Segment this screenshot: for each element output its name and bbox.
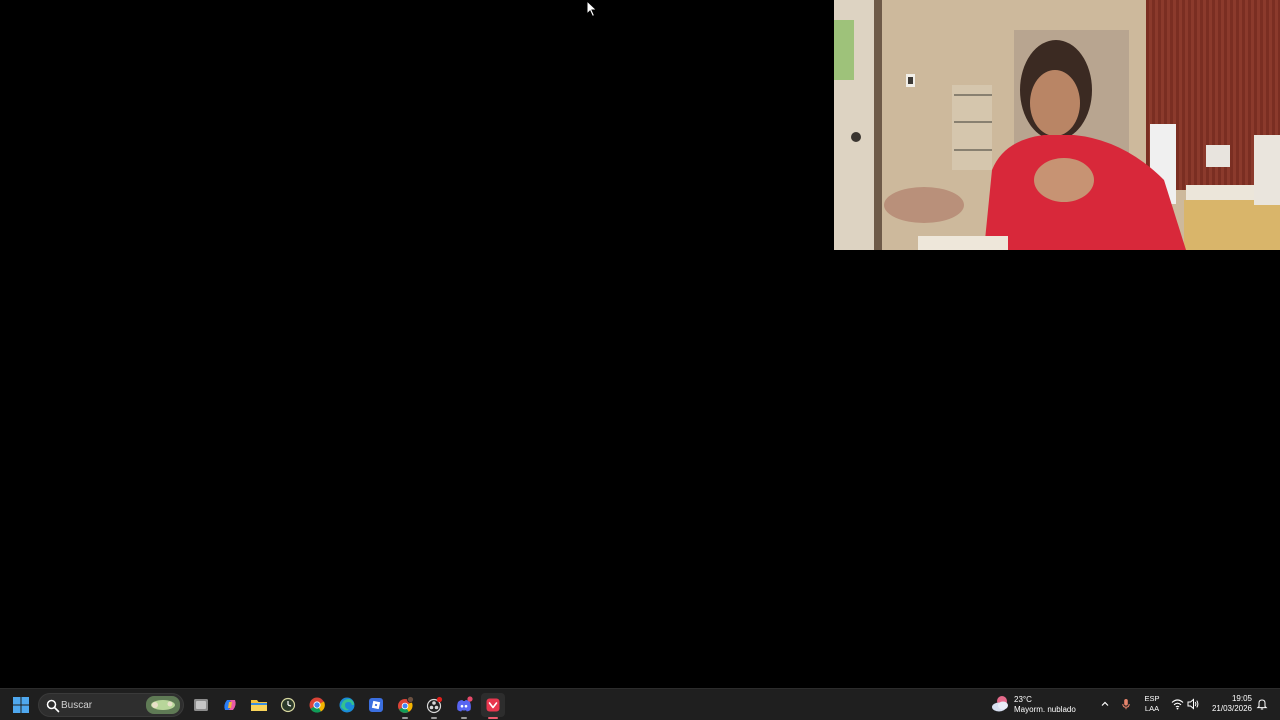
weather-temperature: 23°C <box>1014 695 1032 704</box>
search-icon <box>46 699 60 713</box>
obs-icon <box>426 696 443 714</box>
taskbar-google-chrome[interactable] <box>305 693 329 717</box>
network-tray[interactable] <box>1170 697 1184 711</box>
search-input[interactable] <box>61 697 141 713</box>
desktop-screen: 23°C Mayorm. nublado ESP LAA <box>0 0 1280 720</box>
volume-tray[interactable] <box>1186 697 1200 711</box>
running-indicator <box>431 717 437 719</box>
clock-icon <box>280 697 296 713</box>
chrome-icon <box>398 696 414 713</box>
keyboard-layout: LAA <box>1144 704 1160 713</box>
webcam-image <box>834 0 1280 250</box>
taskbar-google-chrome-profile[interactable] <box>393 693 417 719</box>
mouse-cursor-icon <box>586 0 598 18</box>
folder-icon <box>251 700 267 711</box>
system-clock[interactable]: 19:05 21/03/2026 <box>1204 694 1252 714</box>
notifications-button[interactable] <box>1255 697 1269 711</box>
weather-widget[interactable]: 23°C Mayorm. nublado <box>990 690 1082 720</box>
clock-date: 21/03/2026 <box>1211 704 1252 713</box>
wifi-icon <box>1171 699 1183 710</box>
taskbar-microsoft-edge[interactable] <box>335 693 359 717</box>
roblox-icon <box>369 698 383 712</box>
running-indicator <box>461 717 467 719</box>
clock-time: 19:05 <box>1231 694 1252 703</box>
speaker-icon <box>1187 698 1198 710</box>
taskbar-copilot[interactable] <box>218 693 242 717</box>
taskbar-recorder[interactable] <box>481 693 505 719</box>
taskbar-task-view[interactable] <box>189 693 213 717</box>
running-indicator <box>402 717 408 719</box>
taskbar-search-box[interactable] <box>38 693 184 717</box>
recorder-icon <box>486 698 500 712</box>
microphone-icon <box>1122 699 1130 710</box>
microphone-tray[interactable] <box>1119 697 1133 711</box>
show-hidden-icons-button[interactable] <box>1098 697 1112 711</box>
webcam-feed <box>834 0 1280 250</box>
chrome-icon <box>309 697 325 713</box>
taskbar: 23°C Mayorm. nublado ESP LAA <box>0 688 1280 720</box>
windows-logo-icon <box>13 697 29 713</box>
start-button[interactable] <box>9 693 33 717</box>
taskbar-clock-app[interactable] <box>276 693 300 717</box>
language-code: ESP <box>1144 694 1160 703</box>
taskbar-discord[interactable] <box>452 693 476 719</box>
copilot-icon <box>224 700 236 710</box>
taskbar-roblox[interactable] <box>364 693 388 717</box>
edge-icon <box>339 697 355 713</box>
language-indicator[interactable]: ESP LAA <box>1140 694 1164 714</box>
taskbar-obs-studio[interactable] <box>422 693 446 719</box>
running-indicator <box>488 717 498 719</box>
chevron-up-icon <box>1101 701 1109 706</box>
task-view-icon <box>194 699 208 711</box>
discord-icon <box>457 696 473 712</box>
search-highlight-icon <box>146 696 180 714</box>
partly-cloudy-icon <box>992 696 1008 712</box>
notification-bell-icon <box>1256 699 1268 710</box>
weather-condition: Mayorm. nublado <box>1014 705 1076 714</box>
taskbar-file-explorer[interactable] <box>247 693 271 717</box>
